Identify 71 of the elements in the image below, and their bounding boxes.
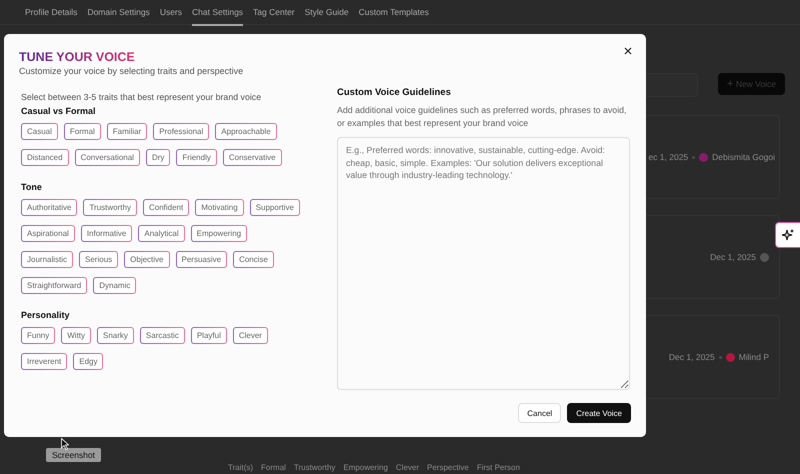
trait-chip[interactable]: Persuasive xyxy=(176,251,228,268)
guidelines-textarea[interactable]: E.g., Preferred words: innovative, sustainable, cutting-edge. Avoid: cheap, basic, simple. Examples: 'Our solution delivers exceptional value through industry-leading technology.' xyxy=(337,137,630,390)
trait-chip[interactable]: Informative xyxy=(80,225,132,242)
nav-tab[interactable]: Custom Templates xyxy=(358,7,429,24)
tag: Formal xyxy=(261,463,286,472)
tag: Trait(s) xyxy=(228,463,254,472)
close-button[interactable] xyxy=(622,45,634,57)
tooltip: Screenshot xyxy=(46,448,101,462)
trait-chip[interactable]: Trustworthy xyxy=(83,199,137,216)
guidelines-description: Add additional voice guidelines such as preferred words, phrases to avoid, or examples that best represent your brand voice xyxy=(337,104,628,130)
trait-chip[interactable]: Dynamic xyxy=(93,277,136,294)
dialog-title: TUNE YOUR VOICE xyxy=(19,50,135,64)
trait-chip[interactable]: Professional xyxy=(153,123,210,140)
trait-chip[interactable]: Approachable xyxy=(215,123,277,140)
sparkle-icon xyxy=(782,229,794,241)
trait-chip[interactable]: Objective xyxy=(124,251,170,268)
trait-chip[interactable]: Conservative xyxy=(222,149,282,166)
cancel-button[interactable]: Cancel xyxy=(518,403,562,423)
trait-chip[interactable]: Distanced xyxy=(21,149,69,166)
nav-tab[interactable]: Tag Center xyxy=(253,7,295,24)
date-text: Dec 1, 2025 xyxy=(668,352,715,362)
tag: Clever xyxy=(396,463,420,472)
tag: Trustworthy xyxy=(294,463,336,472)
trait-chip[interactable]: Familiar xyxy=(106,123,148,140)
trait-chip[interactable]: Irreverent xyxy=(21,353,68,370)
nav-tab[interactable]: Domain Settings xyxy=(87,7,150,24)
nav-tab[interactable]: Chat Settings xyxy=(192,7,244,26)
trait-chip[interactable]: Funny xyxy=(21,327,56,344)
trait-chip[interactable]: Journalistic xyxy=(21,251,74,268)
group-heading: Casual vs Formal xyxy=(21,106,97,116)
nav-tab[interactable]: Profile Details xyxy=(25,7,78,24)
nav-tab[interactable]: Style Guide xyxy=(304,7,349,24)
date-text: Dec 1, 2025 xyxy=(710,252,756,262)
trait-chip[interactable]: Friendly xyxy=(176,149,217,166)
tag: First Person xyxy=(476,463,520,472)
trait-chip[interactable]: Sarcastic xyxy=(140,327,185,344)
trait-chip[interactable]: Clever xyxy=(232,327,268,344)
trait-chip[interactable]: Concise xyxy=(233,251,274,268)
guidelines-heading: Custom Voice Guidelines xyxy=(337,87,452,98)
group-heading: Personality xyxy=(21,310,71,320)
trait-chip[interactable]: Dry xyxy=(146,149,170,166)
trait-chip[interactable]: Formal xyxy=(64,123,101,140)
author-name: Debismita Gogoi xyxy=(712,152,775,162)
trait-chip[interactable]: Edgy xyxy=(73,353,104,370)
create-voice-button[interactable]: Create Voice xyxy=(567,403,631,423)
trait-chip[interactable]: Analytical xyxy=(138,225,185,242)
trait-chip[interactable]: Snarky xyxy=(97,327,134,344)
author-name: Milind P xyxy=(738,352,769,362)
close-icon xyxy=(624,47,632,55)
trait-chip[interactable]: Straightforward xyxy=(21,277,88,294)
nav-tab[interactable]: Users xyxy=(160,7,182,24)
separator-dot xyxy=(718,356,722,358)
trait-chip[interactable]: Confident xyxy=(142,199,190,216)
trait-chip[interactable]: Motivating xyxy=(195,199,244,216)
trait-chip[interactable]: Authoritative xyxy=(21,199,78,216)
tag: Empowering xyxy=(343,463,388,472)
trait-chip[interactable]: Casual xyxy=(21,123,58,140)
instruction-text: Select between 3-5 traits that best represent your brand voice xyxy=(21,92,262,102)
sparkle-button[interactable] xyxy=(775,222,800,248)
date-text: ec 1, 2025 xyxy=(648,152,688,162)
trait-chip[interactable]: Playful xyxy=(190,327,227,344)
trait-chip[interactable]: Serious xyxy=(79,251,118,268)
trait-chip[interactable]: Aspirational xyxy=(21,225,75,242)
group-heading: Tone xyxy=(21,182,43,192)
trait-chip[interactable]: Witty xyxy=(61,327,92,344)
trait-chip[interactable]: Empowering xyxy=(190,225,248,242)
trait-chip[interactable]: Conversational xyxy=(74,149,140,166)
separator-dot xyxy=(692,156,696,158)
trait-chip[interactable]: Supportive xyxy=(250,199,300,216)
dialog-subtitle: Customize your voice by selecting traits and perspective xyxy=(19,66,244,76)
tag: Perspective xyxy=(427,463,469,472)
